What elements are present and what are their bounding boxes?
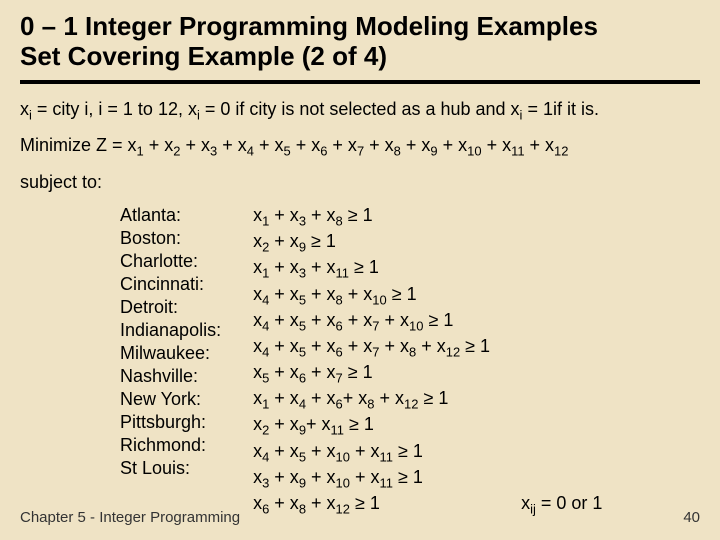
footer-chapter: Chapter 5 - Integer Programming	[20, 509, 240, 526]
constraint-expression: x1 + x4 + x6+ x8 + x12 ≥ 1	[253, 387, 563, 413]
constraint-expression: x3 + x9 + x10 + x11 ≥ 1	[253, 466, 563, 492]
constraint-expression: x5 + x6 + x7 ≥ 1	[253, 361, 563, 387]
city-label: Milwaukee:	[120, 342, 221, 365]
constraint-expression: x2 + x9 ≥ 1	[253, 230, 563, 256]
constraint-expression: x2 + x9+ x11 ≥ 1	[253, 413, 563, 439]
city-label: Richmond:	[120, 434, 221, 457]
expression-column: x1 + x3 + x8 ≥ 1x2 + x9 ≥ 1x1 + x3 + x11…	[253, 204, 563, 518]
city-label: Pittsburgh:	[120, 411, 221, 434]
slide-body: xi = city i, i = 1 to 12, xi = 0 if city…	[20, 98, 700, 518]
constraint-expression: x4 + x5 + x6 + x7 + x10 ≥ 1	[253, 309, 563, 335]
constraint-expression: x4 + x5 + x10 + x11 ≥ 1	[253, 440, 563, 466]
constraint-expression: x4 + x5 + x8 + x10 ≥ 1	[253, 283, 563, 309]
city-label: St Louis:	[120, 457, 221, 480]
slide-title: 0 – 1 Integer Programming Modeling Examp…	[20, 12, 700, 72]
constraint-expression: x1 + x3 + x11 ≥ 1	[253, 256, 563, 282]
title-line-1: 0 – 1 Integer Programming Modeling Examp…	[20, 12, 700, 42]
city-label: Charlotte:	[120, 250, 221, 273]
constraint-expression: x1 + x3 + x8 ≥ 1	[253, 204, 563, 230]
city-column: Atlanta:Boston:Charlotte:Cincinnati:Detr…	[120, 204, 221, 518]
slide: 0 – 1 Integer Programming Modeling Examp…	[0, 0, 720, 540]
city-label: Boston:	[120, 227, 221, 250]
constraints-block: Atlanta:Boston:Charlotte:Cincinnati:Detr…	[120, 204, 700, 518]
variable-definition: xi = city i, i = 1 to 12, xi = 0 if city…	[20, 98, 700, 124]
constraint-expression: x4 + x5 + x6 + x7 + x8 + x12 ≥ 1	[253, 335, 563, 361]
city-label: Atlanta:	[120, 204, 221, 227]
slide-footer: Chapter 5 - Integer Programming 40	[20, 509, 700, 526]
city-label: Nashville:	[120, 365, 221, 388]
title-line-2: Set Covering Example (2 of 4)	[20, 42, 700, 72]
city-label: New York:	[120, 388, 221, 411]
footer-page-number: 40	[683, 509, 700, 526]
title-divider	[20, 80, 700, 84]
city-label: Indianapolis:	[120, 319, 221, 342]
city-label: Detroit:	[120, 296, 221, 319]
city-label: Cincinnati:	[120, 273, 221, 296]
objective-function: Minimize Z = x1 + x2 + x3 + x4 + x5 + x6…	[20, 134, 700, 160]
subject-to-label: subject to:	[20, 171, 700, 194]
